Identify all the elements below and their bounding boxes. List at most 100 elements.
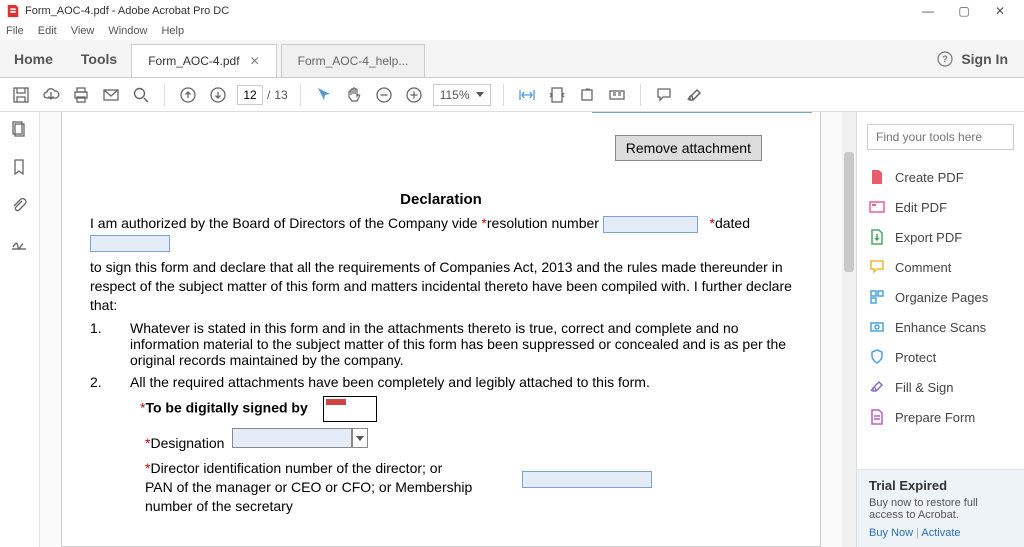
edit-pdf-icon	[869, 199, 885, 215]
designation-label: Designation	[150, 435, 224, 451]
tool-comment[interactable]: Comment	[857, 252, 1024, 282]
print-icon[interactable]	[70, 84, 92, 106]
minimize-button[interactable]: —	[910, 4, 946, 18]
organize-icon	[869, 289, 885, 305]
acrobat-icon	[6, 4, 20, 18]
tools-search-input[interactable]	[867, 124, 1014, 150]
attachments-icon[interactable]	[10, 196, 30, 216]
chevron-down-icon	[476, 92, 484, 97]
trial-text: Buy now to restore full access to Acroba…	[869, 497, 1012, 521]
cloud-icon[interactable]	[40, 84, 62, 106]
document-viewport[interactable]: Remove attachment Declaration I am autho…	[40, 112, 842, 547]
resolution-number-field[interactable]	[603, 216, 698, 233]
din-pan-field[interactable]	[522, 471, 652, 488]
create-pdf-icon	[869, 169, 885, 185]
main-area: Remove attachment Declaration I am autho…	[0, 112, 1024, 547]
tool-label: Comment	[895, 260, 951, 275]
declaration-item2: All the required attachments have been c…	[130, 374, 792, 390]
vertical-scrollbar[interactable]	[842, 112, 856, 547]
next-page-icon[interactable]	[207, 84, 229, 106]
tool-prepare-form[interactable]: Prepare Form	[857, 402, 1024, 432]
declaration-line1: I am authorized by the Board of Director…	[90, 214, 792, 252]
din-line2: PAN of the manager or CEO or CFO; or Mem…	[145, 479, 472, 495]
tool-label: Edit PDF	[895, 200, 947, 215]
mail-icon[interactable]	[100, 84, 122, 106]
signed-by-label: To be digitally signed by	[145, 400, 307, 416]
prev-page-icon[interactable]	[177, 84, 199, 106]
prepare-form-icon	[869, 409, 885, 425]
tool-label: Enhance Scans	[895, 320, 986, 335]
resolution-date-field[interactable]	[90, 235, 170, 252]
trial-expired-banner: Trial Expired Buy now to restore full ac…	[857, 469, 1024, 547]
select-tool-icon[interactable]	[313, 84, 335, 106]
document-tab-inactive[interactable]: Form_AOC-4_help...	[281, 44, 426, 77]
tool-create-pdf[interactable]: Create PDF	[857, 162, 1024, 192]
hand-tool-icon[interactable]	[343, 84, 365, 106]
zoom-select[interactable]: 115%	[433, 84, 491, 106]
bookmarks-icon[interactable]	[10, 158, 30, 178]
menu-window[interactable]: Window	[108, 25, 147, 37]
tool-export-pdf[interactable]: Export PDF	[857, 222, 1024, 252]
tool-protect[interactable]: Protect	[857, 342, 1024, 372]
maximize-button[interactable]: ▢	[946, 4, 982, 18]
menu-help[interactable]: Help	[161, 25, 184, 37]
tool-bar: / 13 115%	[0, 78, 1024, 112]
signatures-icon[interactable]	[10, 234, 30, 254]
comment-icon	[869, 259, 885, 275]
save-icon[interactable]	[10, 84, 32, 106]
tool-organize-pages[interactable]: Organize Pages	[857, 282, 1024, 312]
comment-tool-icon[interactable]	[653, 84, 675, 106]
enhance-icon	[869, 319, 885, 335]
item-number: 1.	[90, 320, 110, 368]
scrollbar-thumb[interactable]	[844, 152, 854, 272]
sign-in[interactable]: ? Sign In	[921, 40, 1024, 77]
right-panel: Create PDF Edit PDF Export PDF Comment O…	[856, 112, 1024, 547]
fit-page-icon[interactable]	[546, 84, 568, 106]
activate-link[interactable]: Activate	[921, 527, 960, 539]
fillsign-icon	[869, 379, 885, 395]
tab-label: Form_AOC-4_help...	[298, 54, 409, 68]
designation-select[interactable]	[232, 428, 368, 448]
zoom-in-icon[interactable]	[403, 84, 425, 106]
tab-close-icon[interactable]: ✕	[250, 54, 260, 68]
tool-label: Organize Pages	[895, 290, 988, 305]
pdf-field-top[interactable]	[592, 112, 812, 113]
menu-view[interactable]: View	[71, 25, 95, 37]
window-title-bar: Form_AOC-4.pdf - Adobe Acrobat Pro DC — …	[0, 0, 1024, 22]
rotate-icon[interactable]	[576, 84, 598, 106]
declaration-line2: to sign this form and declare that all t…	[90, 258, 792, 315]
thumbnails-icon[interactable]	[10, 120, 30, 140]
buy-now-link[interactable]: Buy Now	[869, 527, 913, 539]
page-indicator: / 13	[237, 85, 288, 105]
export-pdf-icon	[869, 229, 885, 245]
declaration-heading: Declaration	[90, 191, 792, 208]
close-button[interactable]: ✕	[982, 4, 1018, 18]
home-button[interactable]: Home	[0, 40, 67, 77]
tool-fill-sign[interactable]: Fill & Sign	[857, 372, 1024, 402]
page-current-input[interactable]	[237, 85, 263, 105]
tools-button[interactable]: Tools	[67, 40, 131, 77]
search-icon[interactable]	[130, 84, 152, 106]
zoom-out-icon[interactable]	[373, 84, 395, 106]
help-icon: ?	[937, 51, 953, 67]
din-line1: Director identification number of the di…	[150, 460, 442, 476]
page-total: 13	[274, 88, 287, 102]
svg-text:?: ?	[943, 54, 949, 64]
menu-bar: File Edit View Window Help	[0, 22, 1024, 40]
sign-in-label: Sign In	[961, 51, 1008, 67]
remove-attachment-button[interactable]: Remove attachment	[615, 135, 762, 161]
tab-label: Form_AOC-4.pdf	[148, 54, 239, 68]
tool-label: Prepare Form	[895, 410, 975, 425]
tool-edit-pdf[interactable]: Edit PDF	[857, 192, 1024, 222]
document-tab-active[interactable]: Form_AOC-4.pdf ✕	[131, 44, 276, 77]
read-mode-icon[interactable]	[606, 84, 628, 106]
menu-edit[interactable]: Edit	[38, 25, 57, 37]
tool-label: Create PDF	[895, 170, 964, 185]
sign-tool-icon[interactable]	[683, 84, 705, 106]
fit-width-icon[interactable]	[516, 84, 538, 106]
menu-file[interactable]: File	[6, 25, 24, 37]
declaration-item1: Whatever is stated in this form and in t…	[130, 320, 792, 368]
window-title: Form_AOC-4.pdf - Adobe Acrobat Pro DC	[25, 5, 229, 17]
tool-enhance-scans[interactable]: Enhance Scans	[857, 312, 1024, 342]
digital-signature-field[interactable]	[323, 396, 377, 422]
